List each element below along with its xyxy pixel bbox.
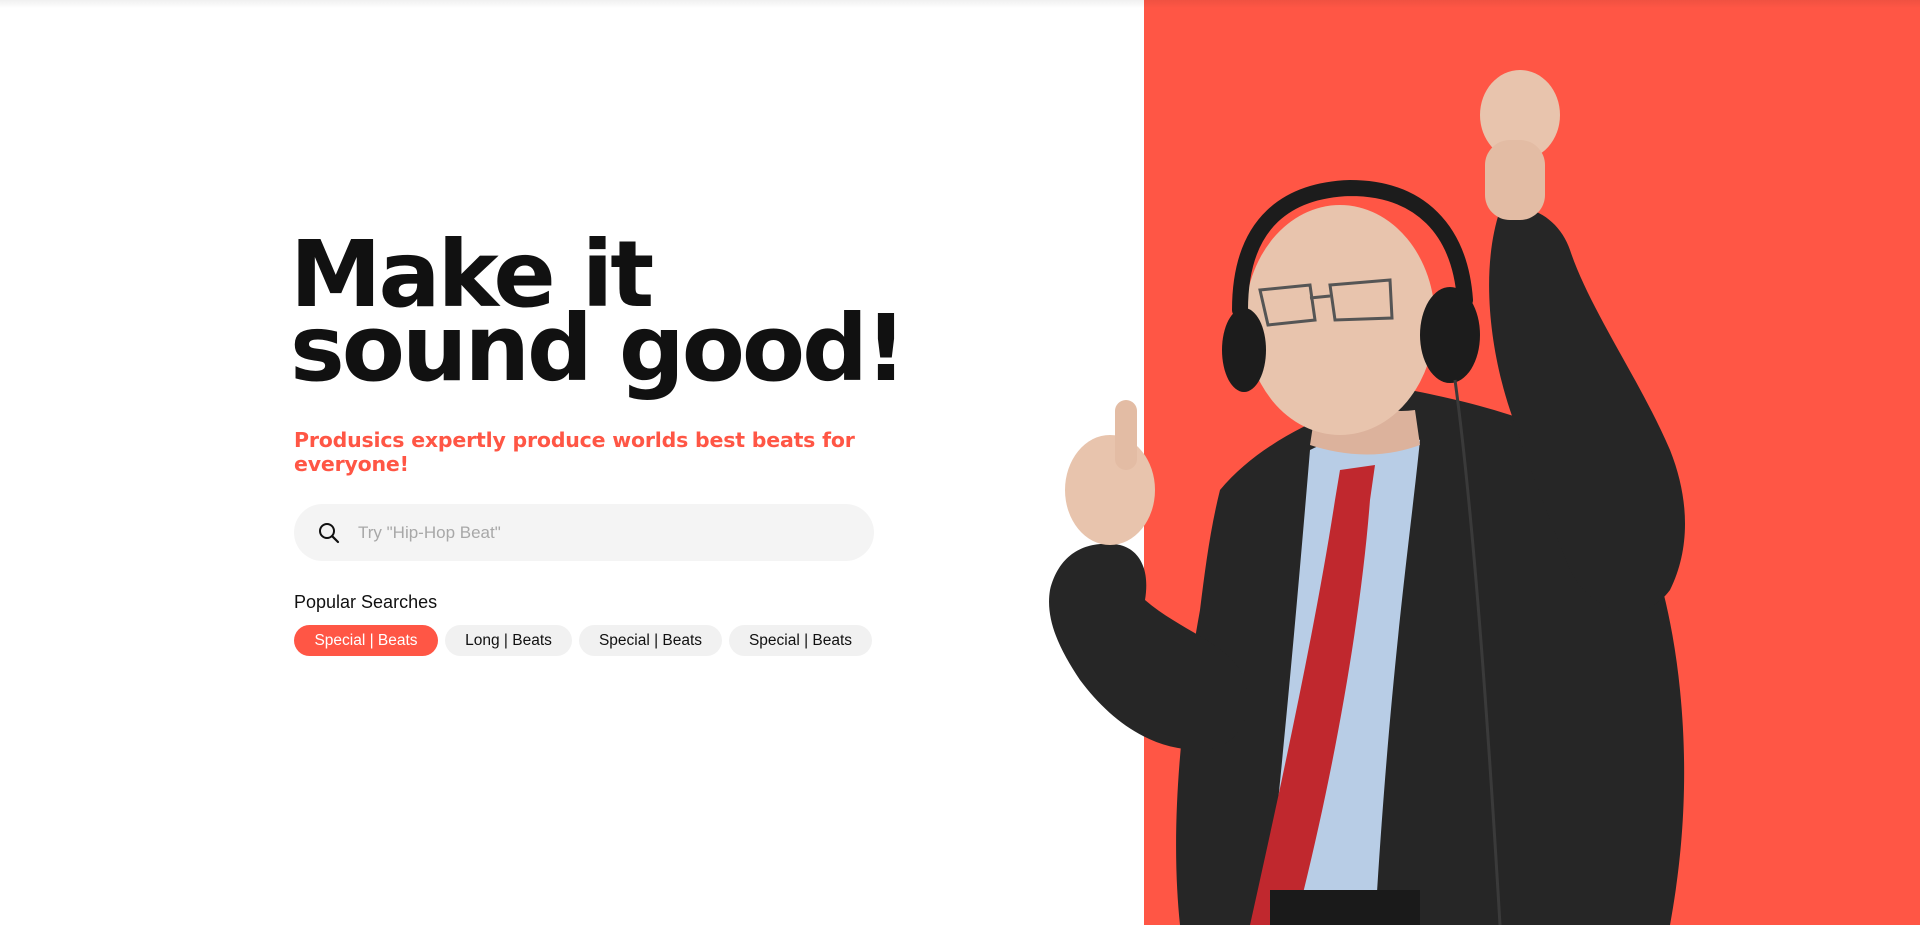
headline-line-2: sound good! (290, 295, 907, 402)
search-bar[interactable] (294, 504, 874, 561)
headphone-cup-left (1222, 308, 1266, 392)
search-icon[interactable] (318, 522, 340, 544)
hero-section: Make it sound good! Produsics expertly p… (290, 229, 930, 656)
popular-chip[interactable]: Special | Beats (729, 625, 872, 656)
left-hand (1065, 435, 1155, 545)
left-finger (1115, 400, 1137, 470)
hero-photo-dancing-man (1049, 70, 1685, 925)
popular-chip[interactable]: Long | Beats (445, 625, 572, 656)
headphone-cup-right (1420, 287, 1480, 383)
popular-searches-label: Popular Searches (294, 592, 438, 612)
popular-searches-chips: Special | Beats Long | Beats Special | B… (294, 625, 930, 656)
landing-page: Make it sound good! Produsics expertly p… (0, 0, 1920, 925)
belt (1270, 890, 1420, 925)
search-input[interactable] (356, 521, 840, 544)
headline: Make it sound good! (290, 229, 930, 402)
popular-chip[interactable]: Special | Beats (294, 625, 438, 656)
hero-subtitle: Produsics expertly produce worlds best b… (294, 428, 855, 476)
popular-chip[interactable]: Special | Beats (579, 625, 722, 656)
header-shadow (0, 0, 1920, 8)
raised-wrist (1485, 140, 1545, 220)
